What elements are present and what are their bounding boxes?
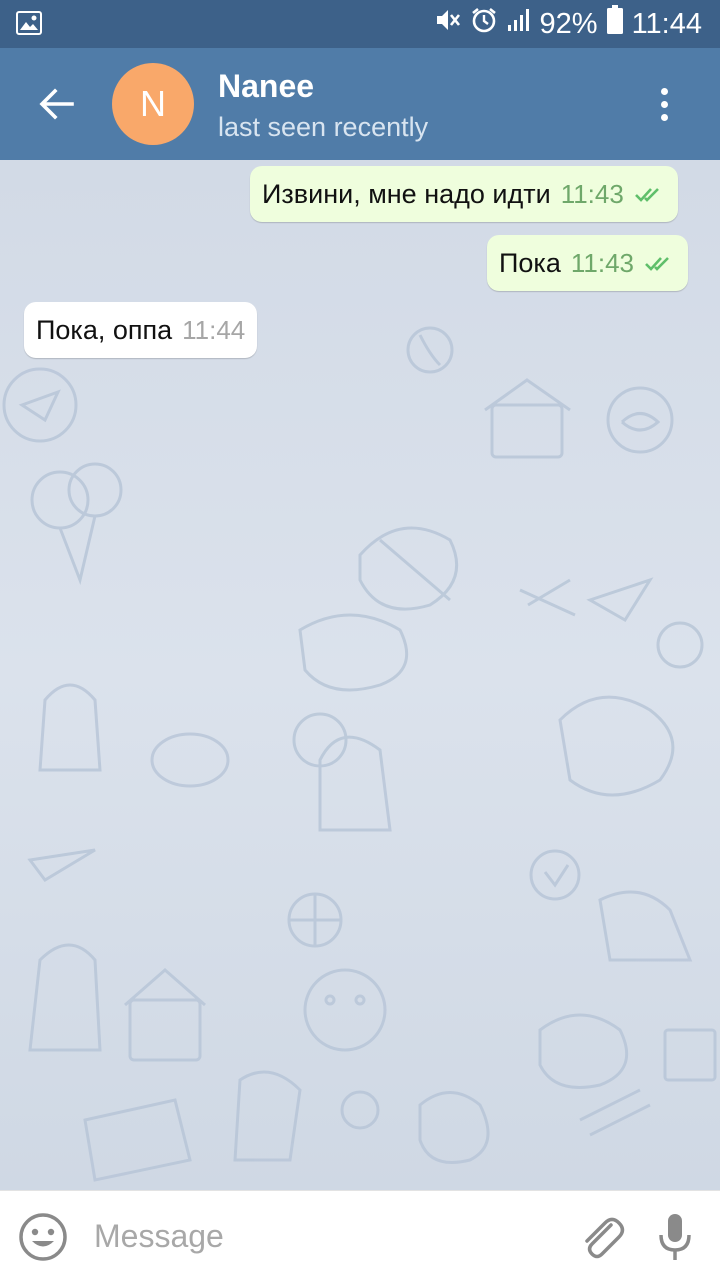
message-bubble-outgoing[interactable]: Пока 11:43 [487,235,688,291]
chat-header: N Nanee last seen recently [0,48,720,160]
message-composer [0,1190,720,1280]
message-bubble-incoming[interactable]: Пока, оппа 11:44 [24,302,258,358]
message-text: Пока, оппа [36,314,173,345]
message-time: 11:43 [570,247,634,278]
message-time: 11:44 [182,314,246,345]
image-icon [16,11,42,40]
more-vert-icon [660,87,668,95]
message-text: Пока [499,247,561,278]
attach-button[interactable] [575,1211,625,1261]
double-check-icon [634,188,659,202]
clock-time: 11:44 [631,7,702,40]
more-options-button[interactable] [644,84,684,124]
mute-icon [434,6,462,42]
signal-icon [506,7,532,41]
message-text: Извини, мне надо идти [262,178,551,209]
message-bubble-outgoing[interactable]: Извини, мне надо идти 11:43 [250,166,678,222]
microphone-icon [659,1214,691,1260]
microphone-button[interactable] [655,1211,695,1263]
contact-name[interactable]: Nanee [218,68,314,105]
alarm-icon [470,6,498,42]
message-input[interactable] [94,1213,534,1259]
back-button[interactable] [28,76,84,132]
paperclip-icon [585,1217,625,1259]
emoji-icon [19,1213,67,1261]
back-arrow-icon [39,88,74,120]
status-bar: 92% 11:44 [0,0,720,48]
avatar-letter: N [140,83,166,124]
battery-icon [606,5,624,43]
contact-last-seen: last seen recently [218,112,429,142]
message-time: 11:43 [560,178,624,209]
message-list[interactable]: Извини, мне надо идти 11:43 Пока 11:43 П… [0,160,720,1190]
avatar[interactable]: N [112,63,194,145]
emoji-button[interactable] [18,1212,68,1262]
double-check-icon [645,257,669,271]
battery-percent: 92% [539,7,598,40]
